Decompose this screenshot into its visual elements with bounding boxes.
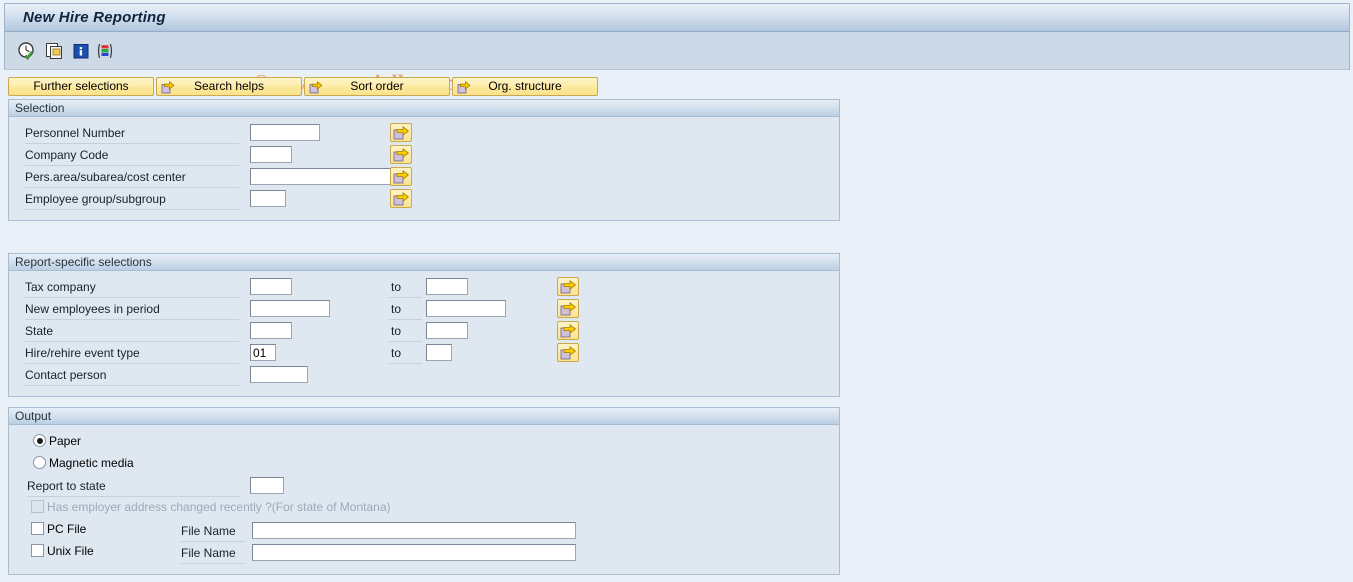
- label-employee-group-subgroup: Employee group/subgroup: [25, 189, 239, 210]
- select-options-new-employees-button[interactable]: [557, 299, 579, 318]
- radio-paper-label: Paper: [49, 434, 82, 448]
- checkbox-unix-file-label: Unix File: [47, 544, 94, 558]
- selection-group: Selection Personnel Number Company Code: [8, 99, 840, 221]
- further-selections-button[interactable]: Further selections: [8, 77, 154, 96]
- radio-magnetic-media-indicator: [33, 456, 46, 469]
- org-structure-label: Org. structure: [488, 79, 562, 93]
- search-helps-button[interactable]: Search helps: [156, 77, 302, 96]
- application-toolbar: © www.tutorialkart.com: [4, 32, 1350, 95]
- to-label-hire-rehire-event-type: to: [389, 343, 422, 364]
- label-pc-file-name: File Name: [181, 521, 245, 542]
- select-options-state-button[interactable]: [557, 321, 579, 340]
- label-unix-file-name: File Name: [181, 543, 245, 564]
- input-hire-rehire-event-type-from[interactable]: [250, 344, 276, 361]
- selection-group-body: Personnel Number Company Code Pers.area/…: [9, 117, 839, 221]
- label-hire-rehire-event-type: Hire/rehire event type: [25, 343, 239, 364]
- radio-magnetic-media-label: Magnetic media: [49, 456, 134, 470]
- output-group: Output Paper Magnetic media Report to st…: [8, 407, 840, 575]
- sort-order-button[interactable]: Sort order: [304, 77, 450, 96]
- input-contact-person[interactable]: [250, 366, 308, 383]
- arrow-right-icon: [457, 80, 471, 94]
- to-label-state: to: [389, 321, 422, 342]
- input-employee-group-subgroup[interactable]: [250, 190, 286, 207]
- checkbox-pc-file-label: PC File: [47, 522, 87, 536]
- input-hire-rehire-event-type-to[interactable]: [426, 344, 452, 361]
- org-structure-button[interactable]: Org. structure: [452, 77, 598, 96]
- window-titlebar: New Hire Reporting: [4, 3, 1350, 32]
- output-group-title: Output: [9, 408, 839, 425]
- label-new-employees-in-period: New employees in period: [25, 299, 239, 320]
- to-label-tax-company: to: [389, 277, 422, 298]
- label-company-code: Company Code: [25, 145, 239, 166]
- select-options-hire-rehire-button[interactable]: [557, 343, 579, 362]
- checkbox-unix-file[interactable]: Unix File: [31, 543, 94, 561]
- input-pc-file-name[interactable]: [252, 522, 576, 539]
- select-options-tax-company-button[interactable]: [557, 277, 579, 296]
- input-unix-file-name[interactable]: [252, 544, 576, 561]
- label-contact-person: Contact person: [25, 365, 239, 386]
- info-icon[interactable]: [71, 41, 91, 61]
- select-options-personnel-number-button[interactable]: [390, 123, 412, 142]
- checkbox-pc-file[interactable]: PC File: [31, 521, 86, 539]
- input-company-code[interactable]: [250, 146, 292, 163]
- checkbox-montana-label: Has employer address changed recently ?(…: [47, 500, 391, 514]
- page-title: New Hire Reporting: [23, 9, 166, 26]
- checkbox-pc-file-indicator: [31, 522, 44, 535]
- radio-paper-indicator: [33, 434, 46, 447]
- input-report-to-state[interactable]: [250, 477, 284, 494]
- checkbox-montana-address-changed: Has employer address changed recently ?(…: [31, 499, 391, 517]
- to-label-new-employees-in-period: to: [389, 299, 422, 320]
- input-pers-area-subarea-cost-center[interactable]: [250, 168, 393, 185]
- output-group-body: Paper Magnetic media Report to state Has…: [9, 425, 839, 575]
- input-new-employees-in-period-to[interactable]: [426, 300, 506, 317]
- sap-selection-screen-window: New Hire Reporting Further selections Se…: [0, 0, 1353, 582]
- selection-group-title: Selection: [9, 100, 839, 117]
- report-specific-selections-group: Report-specific selections Tax company t…: [8, 253, 840, 397]
- select-options-pers-area-button[interactable]: [390, 167, 412, 186]
- radio-magnetic-media[interactable]: Magnetic media: [33, 455, 134, 473]
- input-new-employees-in-period-from[interactable]: [250, 300, 330, 317]
- label-report-to-state: Report to state: [27, 476, 241, 497]
- arrow-right-icon: [309, 80, 323, 94]
- search-helps-label: Search helps: [193, 79, 265, 93]
- label-personnel-number: Personnel Number: [25, 123, 239, 144]
- arrow-right-icon: [161, 80, 175, 94]
- variant-icon[interactable]: [95, 41, 115, 61]
- radio-paper[interactable]: Paper: [33, 433, 81, 451]
- checkbox-unix-file-indicator: [31, 544, 44, 557]
- select-options-company-code-button[interactable]: [390, 145, 412, 164]
- execute-icon[interactable]: [17, 41, 37, 61]
- report-specific-group-body: Tax company to New employees in period t…: [9, 271, 839, 397]
- checkbox-montana-indicator: [31, 500, 44, 513]
- input-personnel-number[interactable]: [250, 124, 320, 141]
- further-selections-label: Further selections: [33, 79, 129, 93]
- label-tax-company: Tax company: [25, 277, 239, 298]
- input-state-to[interactable]: [426, 322, 468, 339]
- input-tax-company-from[interactable]: [250, 278, 292, 295]
- select-options-employee-group-button[interactable]: [390, 189, 412, 208]
- report-specific-group-title: Report-specific selections: [9, 254, 839, 271]
- sort-order-label: Sort order: [350, 79, 404, 93]
- input-state-from[interactable]: [250, 322, 292, 339]
- label-state: State: [25, 321, 239, 342]
- multiple-selection-icon[interactable]: [45, 41, 65, 61]
- input-tax-company-to[interactable]: [426, 278, 468, 295]
- label-pers-area-subarea-cost-center: Pers.area/subarea/cost center: [25, 167, 239, 188]
